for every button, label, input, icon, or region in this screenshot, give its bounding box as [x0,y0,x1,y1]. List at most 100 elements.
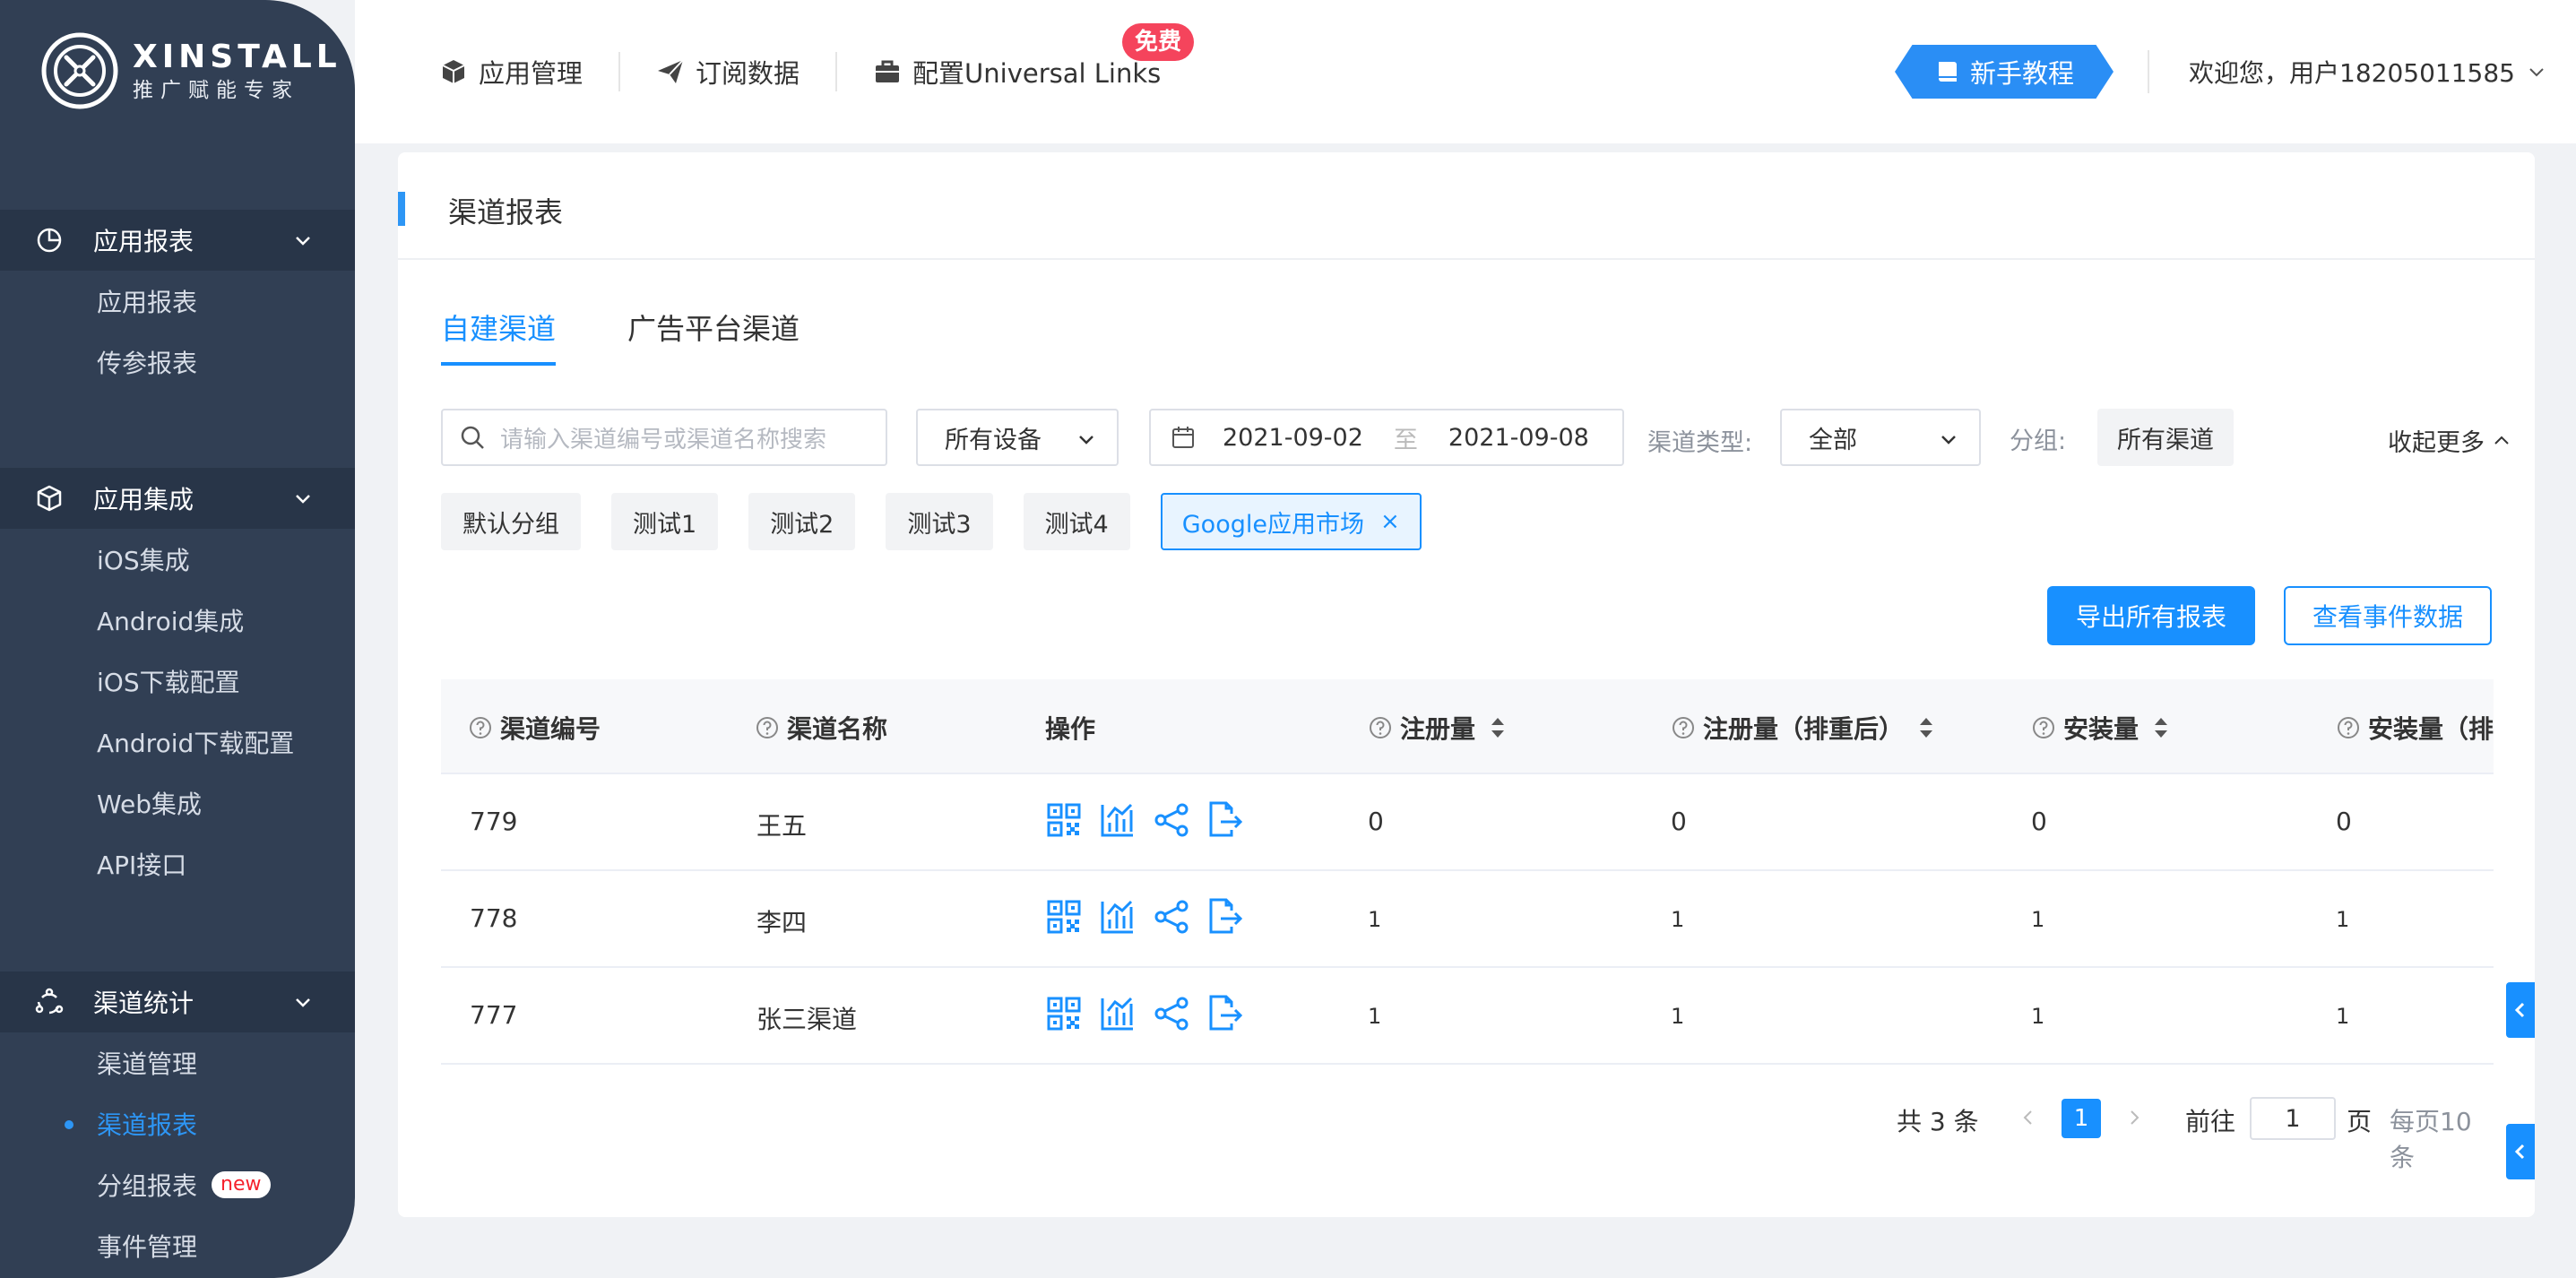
sidebar-item-android-download[interactable]: Android下载配置 [0,712,355,773]
sidebar-item-android-integration[interactable]: Android集成 [0,590,355,651]
chevron-left-icon[interactable] [2018,1108,2038,1127]
sidebar-item-web-integration[interactable]: Web集成 [0,773,355,833]
tab-ad-platform-channel[interactable]: 广告平台渠道 [627,307,800,366]
top-menu: 应用管理 订阅数据 配置Universal Links [439,50,1161,93]
card-header: 渠道报表 [398,152,2535,260]
group-chip[interactable]: 默认分组 [441,493,581,550]
brand-logo[interactable]: XINSTALL 推广赋能专家 [39,30,341,111]
bar-chart-icon[interactable] [1099,995,1137,1032]
sort-icon[interactable] [1916,714,1936,741]
share-icon[interactable] [1153,898,1190,936]
sidebar-item-app-report[interactable]: 应用报表 [0,271,355,332]
xinstall-logo-icon [41,32,118,109]
chevron-right-icon[interactable] [2124,1108,2144,1127]
cell-installs: 0 [2031,807,2047,836]
sort-icon[interactable] [1488,714,1508,741]
date-range-picker[interactable]: 2021-09-02 至 2021-09-08 [1149,409,1624,466]
channel-type-select[interactable]: 全部 [1780,409,1981,466]
collapse-more-button[interactable]: 收起更多 [2388,423,2511,458]
chevron-up-icon [2494,436,2509,445]
group-all-channels[interactable]: 所有渠道 [2097,409,2234,466]
cell-registrations: 0 [1368,807,1384,836]
sidebar-item-channel-manage[interactable]: 渠道管理 [0,1032,355,1093]
goto-label: 前往 [2185,1107,2236,1136]
top-menu-subscribe[interactable]: 订阅数据 [656,53,800,91]
sidebar-item-label: Web集成 [97,790,203,819]
share-nodes-icon [35,988,64,1015]
column-registrations[interactable]: 注册量 [1368,710,1508,746]
table-row: 777 张三渠道 1 1 1 1 [441,968,2494,1065]
group-chip[interactable]: 测试2 [748,493,856,550]
top-menu-app-manage[interactable]: 应用管理 [439,53,583,91]
side-collapse-tab[interactable] [2506,982,2535,1038]
goto-page-input[interactable]: 1 [2250,1097,2336,1140]
search-input[interactable]: 请输入渠道编号或渠道名称搜索 [441,409,887,466]
sidebar-item-group-report[interactable]: 分组报表 new [0,1154,355,1215]
group-chip[interactable]: 测试3 [886,493,993,550]
share-icon[interactable] [1153,995,1190,1032]
sidebar-item-channel-report[interactable]: 渠道报表 [0,1093,355,1154]
side-collapse-tab[interactable] [2506,1124,2535,1179]
sidebar-item-api[interactable]: API接口 [0,833,355,894]
question-circle-icon [2033,717,2054,738]
column-installs-dedup[interactable]: 安装量（排 [2336,710,2494,746]
group-chip[interactable]: 测试1 [611,493,719,550]
cell-channel-id: 778 [470,903,518,933]
close-icon[interactable]: × [1380,508,1400,535]
top-menu-universal-links[interactable]: 配置Universal Links [873,53,1161,91]
sidebar-item-label: 分组报表 [97,1171,198,1201]
sidebar-item-label: 渠道报表 [97,1110,198,1140]
qrcode-icon[interactable] [1045,801,1083,839]
column-channel-id[interactable]: 渠道编号 [468,710,601,746]
nav-group-header-app-reports[interactable]: 应用报表 [0,210,355,271]
sidebar-item-event-manage[interactable]: 事件管理 [0,1215,355,1276]
export-file-icon[interactable] [1206,898,1244,936]
sidebar-item-param-report[interactable]: 传参报表 [0,332,355,393]
qrcode-icon[interactable] [1045,995,1083,1032]
channel-table: 渠道编号 渠道名称 操作 注册量 注册量（排重后） 安装量 安装量（排 779 … [441,679,2494,1065]
cell-installs: 1 [2031,907,2045,932]
page-size-select[interactable]: 每页10条 [2390,1102,2492,1174]
column-registrations-dedup[interactable]: 注册量（排重后） [1671,710,1936,746]
export-all-button[interactable]: 导出所有报表 [2047,586,2255,645]
channel-tabs: 自建渠道 广告平台渠道 [441,307,871,366]
channel-type-value: 全部 [1809,426,1857,454]
collapse-label: 收起更多 [2388,429,2485,457]
user-menu[interactable]: 欢迎您，用户18205011585 [2189,54,2547,90]
column-label: 渠道编号 [500,714,601,744]
column-installs[interactable]: 安装量 [2031,710,2171,746]
top-menu-label: 订阅数据 [696,58,800,89]
nav-group-header-channel-stats[interactable]: 渠道统计 [0,971,355,1032]
bar-chart-icon[interactable] [1099,801,1137,839]
bar-chart-icon[interactable] [1099,898,1137,936]
column-label: 操作 [1045,714,1096,744]
view-events-button[interactable]: 查看事件数据 [2284,586,2492,645]
column-channel-name[interactable]: 渠道名称 [755,710,887,746]
row-actions [1045,995,1260,1032]
export-file-icon[interactable] [1206,801,1244,839]
group-chip[interactable]: 测试4 [1023,493,1130,550]
tutorial-button[interactable]: 新手教程 [1895,45,2114,99]
sidebar: XINSTALL 推广赋能专家 应用报表 应用报表 传参报表 应用集成 iOS集… [0,0,355,1278]
group-chip-selected[interactable]: Google应用市场 × [1160,493,1422,550]
column-operations: 操作 [1045,710,1095,746]
cell-installs: 1 [2031,1004,2045,1029]
question-circle-icon [1370,717,1391,738]
cell-registrations-dedup: 1 [1671,907,1685,932]
share-icon[interactable] [1153,801,1190,839]
qrcode-icon[interactable] [1045,898,1083,936]
chevron-down-icon [1079,436,1094,445]
page-number-current[interactable]: 1 [2062,1099,2101,1138]
chevron-down-icon [296,237,310,246]
chevron-down-icon [1941,436,1956,445]
sort-icon[interactable] [2151,714,2171,741]
column-label: 渠道名称 [787,714,888,744]
export-file-icon[interactable] [1206,995,1244,1032]
sidebar-item-ios-integration[interactable]: iOS集成 [0,529,355,590]
calendar-icon [1172,427,1194,448]
cell-channel-id: 779 [470,807,518,836]
sidebar-item-ios-download[interactable]: iOS下载配置 [0,651,355,712]
device-select[interactable]: 所有设备 [916,409,1119,466]
tab-custom-channel[interactable]: 自建渠道 [441,307,557,366]
nav-group-header-app-integration[interactable]: 应用集成 [0,468,355,529]
